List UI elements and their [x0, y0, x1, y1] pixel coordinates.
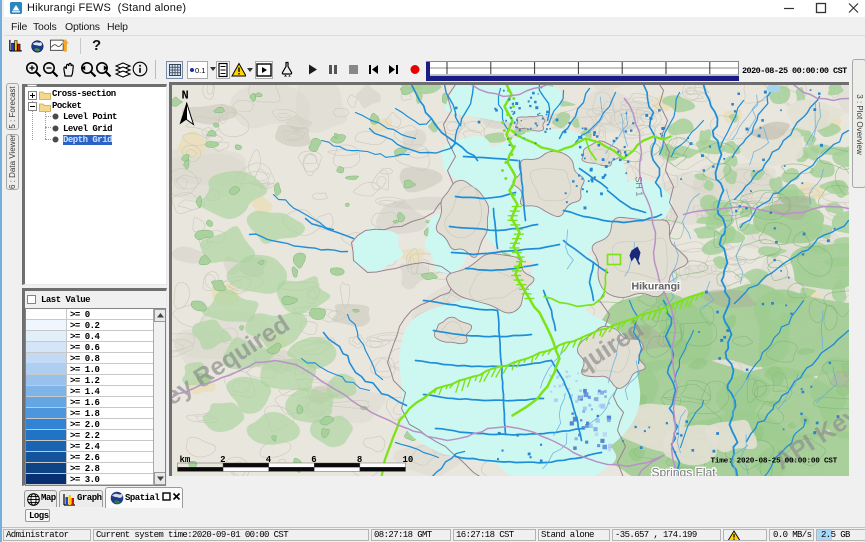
svg-text:Hikurangi: Hikurangi: [632, 281, 681, 293]
svg-text:SH 1: SH 1: [634, 176, 645, 197]
svg-text:Springs Flat: Springs Flat: [652, 466, 717, 477]
svg-text:N: N: [182, 89, 189, 103]
svg-text:km: km: [180, 455, 191, 465]
svg-text:Time: 2020-08-25 00:00:00 CST: Time: 2020-08-25 00:00:00 CST: [711, 458, 838, 466]
